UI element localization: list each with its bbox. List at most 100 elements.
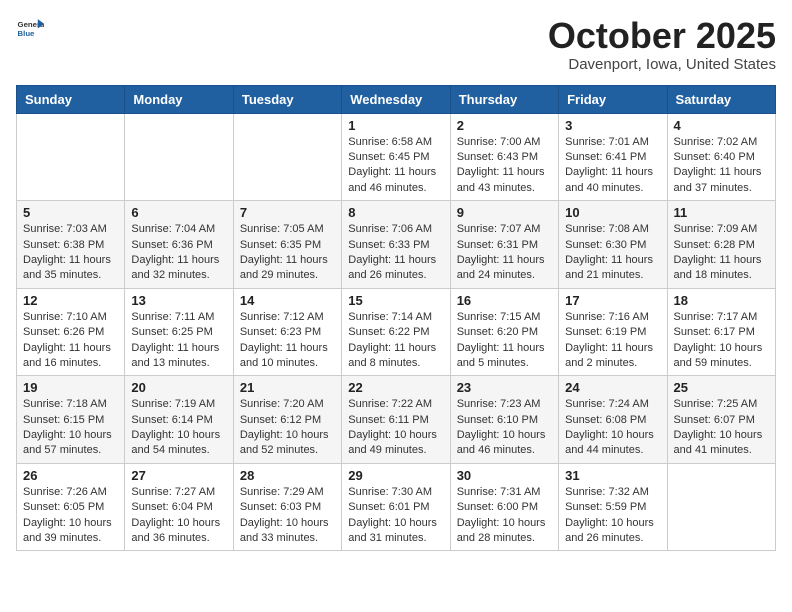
day-content-line: Daylight: 11 hours and 5 minutes. <box>457 341 552 372</box>
day-content-line: Sunset: 6:03 PM <box>240 500 335 515</box>
day-number: 27 <box>131 468 226 483</box>
day-content-line: Daylight: 10 hours and 33 minutes. <box>240 516 335 547</box>
calendar-cell: 6Sunrise: 7:04 AMSunset: 6:36 PMDaylight… <box>125 201 233 289</box>
weekday-header: Monday <box>125 85 233 113</box>
day-number: 13 <box>131 293 226 308</box>
calendar-week-row: 5Sunrise: 7:03 AMSunset: 6:38 PMDaylight… <box>17 201 776 289</box>
day-content: Sunrise: 7:18 AMSunset: 6:15 PMDaylight:… <box>23 397 118 459</box>
day-content: Sunrise: 7:20 AMSunset: 6:12 PMDaylight:… <box>240 397 335 459</box>
day-content-line: Daylight: 10 hours and 31 minutes. <box>348 516 443 547</box>
day-content: Sunrise: 7:01 AMSunset: 6:41 PMDaylight:… <box>565 135 660 197</box>
day-content-line: Sunrise: 7:31 AM <box>457 485 552 500</box>
day-content-line: Daylight: 11 hours and 37 minutes. <box>674 165 769 196</box>
day-content-line: Sunset: 6:28 PM <box>674 238 769 253</box>
day-content-line: Sunset: 6:20 PM <box>457 325 552 340</box>
day-number: 30 <box>457 468 552 483</box>
day-content-line: Sunrise: 7:02 AM <box>674 135 769 150</box>
day-content-line: Daylight: 11 hours and 2 minutes. <box>565 341 660 372</box>
calendar-cell: 24 Sunrise: 7:24 AMSunset: 6:08 PMDayligh… <box>559 376 667 464</box>
day-content-line: Sunset: 6:14 PM <box>131 413 226 428</box>
day-content-line: Daylight: 11 hours and 16 minutes. <box>23 341 118 372</box>
day-number: 24 <box>565 380 660 395</box>
day-content-line: Sunset: 6:43 PM <box>457 150 552 165</box>
calendar-cell <box>125 113 233 201</box>
title-block: October 2025 Davenport, Iowa, United Sta… <box>548 16 776 73</box>
day-content-line: Sunrise: 7:08 AM <box>565 222 660 237</box>
calendar-cell: 19Sunrise: 7:18 AMSunset: 6:15 PMDayligh… <box>17 376 125 464</box>
calendar-cell: 29 Sunrise: 7:30 AMSunset: 6:01 PMDayligh… <box>342 463 450 551</box>
day-number: 28 <box>240 468 335 483</box>
day-content-line: Sunset: 5:59 PM <box>565 500 660 515</box>
day-content-line: Daylight: 11 hours and 10 minutes. <box>240 341 335 372</box>
calendar-cell: 11Sunrise: 7:09 AMSunset: 6:28 PMDayligh… <box>667 201 775 289</box>
calendar-cell: 23Sunrise: 7:23 AMSunset: 6:10 PMDayligh… <box>450 376 558 464</box>
day-content-line: Sunrise: 7:29 AM <box>240 485 335 500</box>
month-title: October 2025 <box>548 16 776 56</box>
day-content-line: Sunrise: 7:24 AM <box>565 397 660 412</box>
day-number: 22 <box>348 380 443 395</box>
calendar-cell: 12Sunrise: 7:10 AMSunset: 6:26 PMDayligh… <box>17 288 125 376</box>
day-content-line: Daylight: 11 hours and 29 minutes. <box>240 253 335 284</box>
day-content-line: Daylight: 11 hours and 40 minutes. <box>565 165 660 196</box>
day-content-line: Sunset: 6:00 PM <box>457 500 552 515</box>
day-content-line: Sunrise: 7:10 AM <box>23 310 118 325</box>
day-content-line: Sunset: 6:17 PM <box>674 325 769 340</box>
day-content-line: Sunset: 6:22 PM <box>348 325 443 340</box>
day-content-line: Sunrise: 7:00 AM <box>457 135 552 150</box>
day-content-line: Daylight: 10 hours and 49 minutes. <box>348 428 443 459</box>
day-content-line: Sunset: 6:04 PM <box>131 500 226 515</box>
day-content: Sunrise: 7:26 AMSunset: 6:05 PMDaylight:… <box>23 485 118 547</box>
weekday-header: Wednesday <box>342 85 450 113</box>
svg-text:Blue: Blue <box>18 29 36 38</box>
day-content-line: Daylight: 11 hours and 46 minutes. <box>348 165 443 196</box>
day-content: Sunrise: 7:32 AMSunset: 5:59 PMDaylight:… <box>565 485 660 547</box>
day-content-line: Sunset: 6:05 PM <box>23 500 118 515</box>
calendar-cell: 13 Sunrise: 7:11 AMSunset: 6:25 PMDayligh… <box>125 288 233 376</box>
day-content-line: Daylight: 10 hours and 44 minutes. <box>565 428 660 459</box>
day-content-line: Sunrise: 7:06 AM <box>348 222 443 237</box>
day-content: Sunrise: 7:11 AMSunset: 6:25 PMDaylight:… <box>131 310 226 372</box>
calendar-cell: 1Sunrise: 6:58 AMSunset: 6:45 PMDaylight… <box>342 113 450 201</box>
day-number: 29 <box>348 468 443 483</box>
day-number: 15 <box>348 293 443 308</box>
calendar-cell: 18Sunrise: 7:17 AMSunset: 6:17 PMDayligh… <box>667 288 775 376</box>
day-content: Sunrise: 7:00 AMSunset: 6:43 PMDaylight:… <box>457 135 552 197</box>
weekday-header: Thursday <box>450 85 558 113</box>
calendar-cell: 26Sunrise: 7:26 AMSunset: 6:05 PMDayligh… <box>17 463 125 551</box>
calendar-cell: 7 Sunrise: 7:05 AMSunset: 6:35 PMDaylight… <box>233 201 341 289</box>
day-content-line: Sunrise: 7:30 AM <box>348 485 443 500</box>
day-number: 21 <box>240 380 335 395</box>
day-content-line: Sunrise: 7:17 AM <box>674 310 769 325</box>
calendar-cell: 2 Sunrise: 7:00 AMSunset: 6:43 PMDaylight… <box>450 113 558 201</box>
day-content-line: Sunset: 6:11 PM <box>348 413 443 428</box>
day-content-line: Sunrise: 7:11 AM <box>131 310 226 325</box>
day-content-line: Sunset: 6:07 PM <box>674 413 769 428</box>
weekday-header: Friday <box>559 85 667 113</box>
day-number: 14 <box>240 293 335 308</box>
day-content: Sunrise: 7:09 AMSunset: 6:28 PMDaylight:… <box>674 222 769 284</box>
calendar-cell: 17Sunrise: 7:16 AMSunset: 6:19 PMDayligh… <box>559 288 667 376</box>
day-number: 31 <box>565 468 660 483</box>
day-content-line: Sunrise: 7:04 AM <box>131 222 226 237</box>
day-content: Sunrise: 7:24 AMSunset: 6:08 PMDaylight:… <box>565 397 660 459</box>
calendar-cell: 31 Sunrise: 7:32 AMSunset: 5:59 PMDayligh… <box>559 463 667 551</box>
day-content: Sunrise: 7:02 AMSunset: 6:40 PMDaylight:… <box>674 135 769 197</box>
day-number: 4 <box>674 118 769 133</box>
calendar-cell: 5Sunrise: 7:03 AMSunset: 6:38 PMDaylight… <box>17 201 125 289</box>
day-content: Sunrise: 6:58 AMSunset: 6:45 PMDaylight:… <box>348 135 443 197</box>
day-content-line: Sunrise: 7:05 AM <box>240 222 335 237</box>
day-content: Sunrise: 7:30 AMSunset: 6:01 PMDaylight:… <box>348 485 443 547</box>
day-number: 2 <box>457 118 552 133</box>
calendar-week-row: 26Sunrise: 7:26 AMSunset: 6:05 PMDayligh… <box>17 463 776 551</box>
day-content-line: Sunrise: 7:22 AM <box>348 397 443 412</box>
day-content-line: Daylight: 10 hours and 36 minutes. <box>131 516 226 547</box>
calendar-cell: 14Sunrise: 7:12 AMSunset: 6:23 PMDayligh… <box>233 288 341 376</box>
day-number: 7 <box>240 205 335 220</box>
day-number: 3 <box>565 118 660 133</box>
day-content-line: Sunset: 6:41 PM <box>565 150 660 165</box>
day-number: 16 <box>457 293 552 308</box>
calendar-header-row: SundayMondayTuesdayWednesdayThursdayFrid… <box>17 85 776 113</box>
calendar-cell <box>233 113 341 201</box>
day-content-line: Daylight: 10 hours and 39 minutes. <box>23 516 118 547</box>
day-content-line: Sunset: 6:35 PM <box>240 238 335 253</box>
